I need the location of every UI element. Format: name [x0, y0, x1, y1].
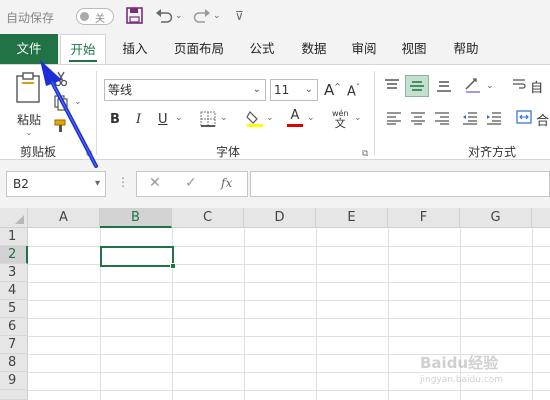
annotation-arrow-icon — [40, 60, 98, 168]
